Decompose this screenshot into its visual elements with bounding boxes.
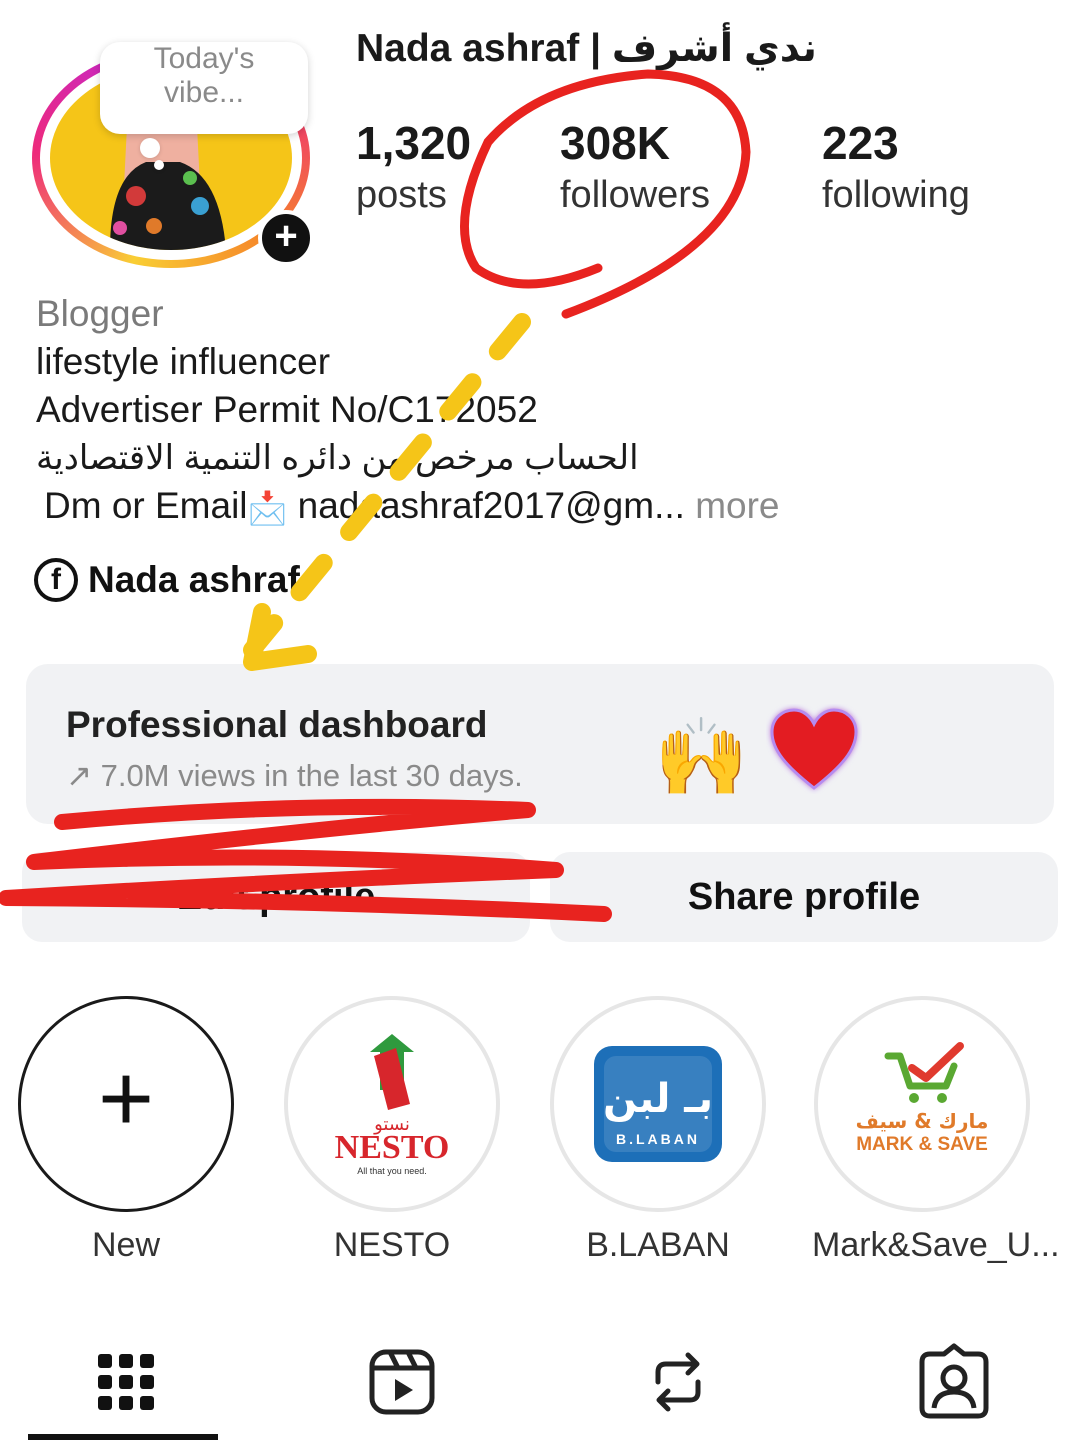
bio-contact: Dm or Email📩 nadaashraf2017@gm... more (36, 482, 1046, 532)
reposts-icon (655, 1352, 701, 1412)
tab-reposts[interactable] (638, 1342, 718, 1422)
facebook-link-label: Nada ashraf (88, 559, 300, 600)
highlight-new-circle: + (18, 996, 234, 1212)
profile-avatar[interactable]: + Today's vibe... (32, 42, 314, 268)
edit-profile-button[interactable]: Edit profile (22, 852, 530, 942)
highlight-label: Mark&Save_U... (812, 1226, 1060, 1264)
profile-name: Nada ashraf | ندي أشرف (356, 27, 817, 70)
bio-email[interactable]: nadaashraf2017@gm... (298, 485, 685, 526)
bio-line-1: lifestyle influencer (36, 341, 331, 382)
incoming-envelope-icon: 📩 (247, 490, 288, 527)
bio-more-link[interactable]: more (695, 485, 779, 526)
facebook-link[interactable]: f Nada ashraf (34, 558, 300, 602)
highlight-label: New (91, 1226, 161, 1264)
note-bubble[interactable]: Today's vibe... (100, 42, 308, 134)
tab-posts-grid[interactable] (86, 1342, 166, 1422)
note-text: Today's vibe... (153, 42, 255, 109)
blaban-logo: بـ لبن B.LABAN (566, 1012, 750, 1196)
svg-text:مارك & سيف: مارك & سيف (856, 1109, 989, 1133)
followers-count: 308K (560, 117, 670, 169)
red-heart-icon (770, 708, 858, 790)
yellow-arrowhead-annotation (243, 603, 317, 671)
highlight-mark-and-save[interactable]: مارك & سيف MARK & SAVE Mark&Save_U... (812, 996, 1060, 1265)
stat-followers[interactable]: 308K followers (560, 116, 710, 220)
dashboard-views: ↗ 7.0M views in the last 30 days. (66, 758, 523, 793)
dashboard-title: Professional dashboard (66, 704, 488, 745)
highlight-label: B.LABAN (586, 1226, 730, 1264)
svg-text:B.LABAN: B.LABAN (616, 1131, 700, 1147)
svg-text:All that you need.: All that you need. (357, 1166, 427, 1176)
facebook-icon: f (34, 558, 78, 602)
add-story-button[interactable]: + (258, 210, 314, 266)
posts-label: posts (356, 174, 447, 216)
stat-following[interactable]: 223 following (822, 116, 970, 220)
reels-icon (369, 1349, 435, 1415)
raising-hands-emoji: 🙌 (654, 715, 749, 800)
bio-category: Blogger (36, 293, 164, 334)
grid-icon (98, 1354, 154, 1410)
highlight-label: NESTO (333, 1226, 451, 1264)
profile-tab-bar (0, 1330, 1080, 1440)
highlight-blaban[interactable]: بـ لبن B.LABAN B.LABAN (548, 996, 768, 1265)
following-label: following (822, 174, 970, 216)
svg-text:MARK & SAVE: MARK & SAVE (856, 1134, 988, 1155)
share-profile-button[interactable]: Share profile (550, 852, 1058, 942)
bio-line-3: الحساب مرخص من دائره التنمية الاقتصادية (36, 439, 639, 477)
tab-tagged[interactable] (914, 1342, 994, 1422)
plus-icon: + (97, 1045, 155, 1152)
highlight-nesto[interactable]: نستو NESTO All that you need. NESTO (282, 996, 502, 1265)
highlight-new[interactable]: + New (16, 996, 236, 1265)
tab-reels[interactable] (362, 1342, 442, 1422)
mark-and-save-logo: مارك & سيف MARK & SAVE (830, 1012, 1014, 1196)
professional-dashboard[interactable]: Professional dashboard ↗ 7.0M views in t… (26, 664, 1054, 824)
bio-line-2: Advertiser Permit No/C172052 (36, 389, 538, 430)
followers-label: followers (560, 174, 710, 216)
selected-tab-indicator (28, 1434, 218, 1440)
bio-contact-prefix: Dm or Email (44, 485, 248, 526)
svg-text:بـ لبن: بـ لبن (603, 1076, 713, 1122)
nesto-logo: نستو NESTO All that you need. (300, 1012, 484, 1196)
tagged-icon (919, 1343, 989, 1419)
following-count: 223 (822, 117, 899, 169)
bio: Blogger lifestyle influencer Advertiser … (36, 290, 1046, 532)
posts-count: 1,320 (356, 117, 472, 169)
svg-text:NESTO: NESTO (335, 1129, 450, 1166)
stat-posts[interactable]: 1,320 posts (356, 116, 471, 220)
